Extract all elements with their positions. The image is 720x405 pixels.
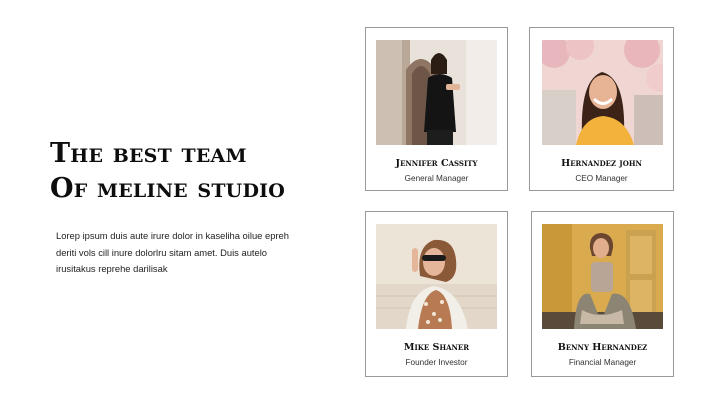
team-member-photo-4 <box>542 224 663 329</box>
page-title: The best team Of meline studio <box>50 136 350 206</box>
team-member-photo-2 <box>542 40 663 145</box>
team-member-name-3: Mike Shaner <box>403 342 470 353</box>
team-member-photo-1 <box>376 40 497 145</box>
team-member-name-1: Jennifer Cassity <box>395 158 478 169</box>
title-line-1: The best team <box>50 138 247 169</box>
team-member-role-4: Financial Manager <box>568 358 637 367</box>
team-member-role-2: CEO Manager <box>575 174 628 183</box>
team-card-3: Mike Shaner Founder Investor <box>365 211 508 377</box>
team-member-photo-3 <box>376 224 497 329</box>
team-member-name-4: Benny Hernandez <box>557 342 648 353</box>
team-member-role-1: General Manager <box>404 174 469 183</box>
title-line-2: Of meline studio <box>50 173 285 204</box>
team-card-2: Hernandez john CEO Manager <box>529 27 674 191</box>
team-description: Lorep ipsum duis aute irure dolor in kas… <box>56 230 289 274</box>
team-card-1: Jennifer Cassity General Manager <box>365 27 508 191</box>
team-card-4: Benny Hernandez Financial Manager <box>531 211 674 377</box>
team-member-role-3: Founder Investor <box>405 358 468 367</box>
team-member-name-2: Hernandez john <box>561 158 642 169</box>
